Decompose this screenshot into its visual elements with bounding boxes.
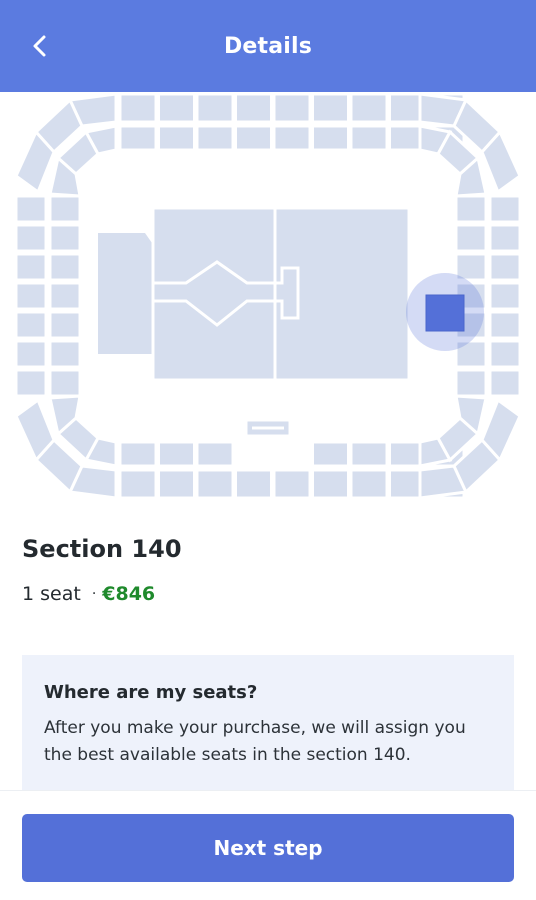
seating-section[interactable] [311,92,350,124]
top-bar: Details [0,0,536,92]
stadium-map-svg [14,92,522,500]
app-screen: Details Section 140 1 seat · €846 Where … [0,0,536,900]
seating-section[interactable] [157,92,196,124]
seating-section[interactable] [48,281,82,311]
seating-section[interactable] [118,92,158,124]
seating-section[interactable] [311,440,350,468]
seating-section[interactable] [195,468,235,500]
seating-section[interactable] [14,194,48,224]
seating-section[interactable] [349,440,389,468]
section-140[interactable] [425,294,465,332]
south-stand-booth [244,418,292,448]
bottom-bar: Next step [0,790,536,900]
seating-section[interactable] [14,223,48,253]
info-text: After you make your purchase, we will as… [44,718,466,765]
seating-section[interactable] [48,368,82,398]
seating-section[interactable] [272,92,312,124]
seating-section[interactable] [118,468,158,500]
back-button[interactable] [22,28,58,64]
field [151,206,411,382]
seating-section[interactable] [488,223,522,253]
seating-section[interactable] [48,223,82,253]
seating-section[interactable] [157,440,196,468]
section-title: Section 140 [22,535,182,563]
seating-section[interactable] [14,252,48,282]
seating-section[interactable] [48,194,82,224]
seating-section[interactable] [311,124,350,152]
seating-section[interactable] [48,339,82,369]
seating-section[interactable] [488,339,522,369]
seating-section[interactable] [48,252,82,282]
seating-section[interactable] [14,368,48,398]
seating-section[interactable] [14,339,48,369]
seating-section[interactable] [349,124,389,152]
seating-section[interactable] [488,281,522,311]
seating-section[interactable] [118,440,158,468]
info-title: Where are my seats? [44,682,258,703]
seating-section[interactable] [488,310,522,340]
stadium-map[interactable] [0,92,536,512]
seating-section[interactable] [349,92,389,124]
seating-section[interactable] [234,92,273,124]
seating-section[interactable] [234,124,273,152]
next-step-button[interactable]: Next step [22,814,514,882]
seating-section[interactable] [272,124,312,152]
seating-section[interactable] [454,223,488,253]
separator-dot: · [91,586,97,602]
seat-summary: 1 seat · €846 [22,583,155,605]
chevron-left-icon [33,35,46,57]
seating-section[interactable] [195,124,235,152]
seating-section[interactable] [349,468,389,500]
seating-section[interactable] [157,468,196,500]
seating-section[interactable] [14,281,48,311]
seating-section[interactable] [454,194,488,224]
price: €846 [102,583,156,605]
stage [98,233,152,354]
seating-section[interactable] [454,252,488,282]
seating-section[interactable] [14,310,48,340]
seating-section[interactable] [311,468,350,500]
seat-count: 1 seat [22,583,81,605]
seating-section[interactable] [195,92,235,124]
seating-section[interactable] [48,310,82,340]
seating-section[interactable] [454,368,488,398]
seating-section[interactable] [488,194,522,224]
seating-section[interactable] [195,440,235,468]
seating-section[interactable] [488,368,522,398]
page-title: Details [223,33,313,59]
seating-section[interactable] [488,252,522,282]
seating-section[interactable] [272,468,312,500]
seating-section[interactable] [234,468,273,500]
seating-section[interactable] [118,124,158,152]
seating-section[interactable] [157,124,196,152]
seat-info-card: Where are my seats? After you make your … [22,655,514,800]
